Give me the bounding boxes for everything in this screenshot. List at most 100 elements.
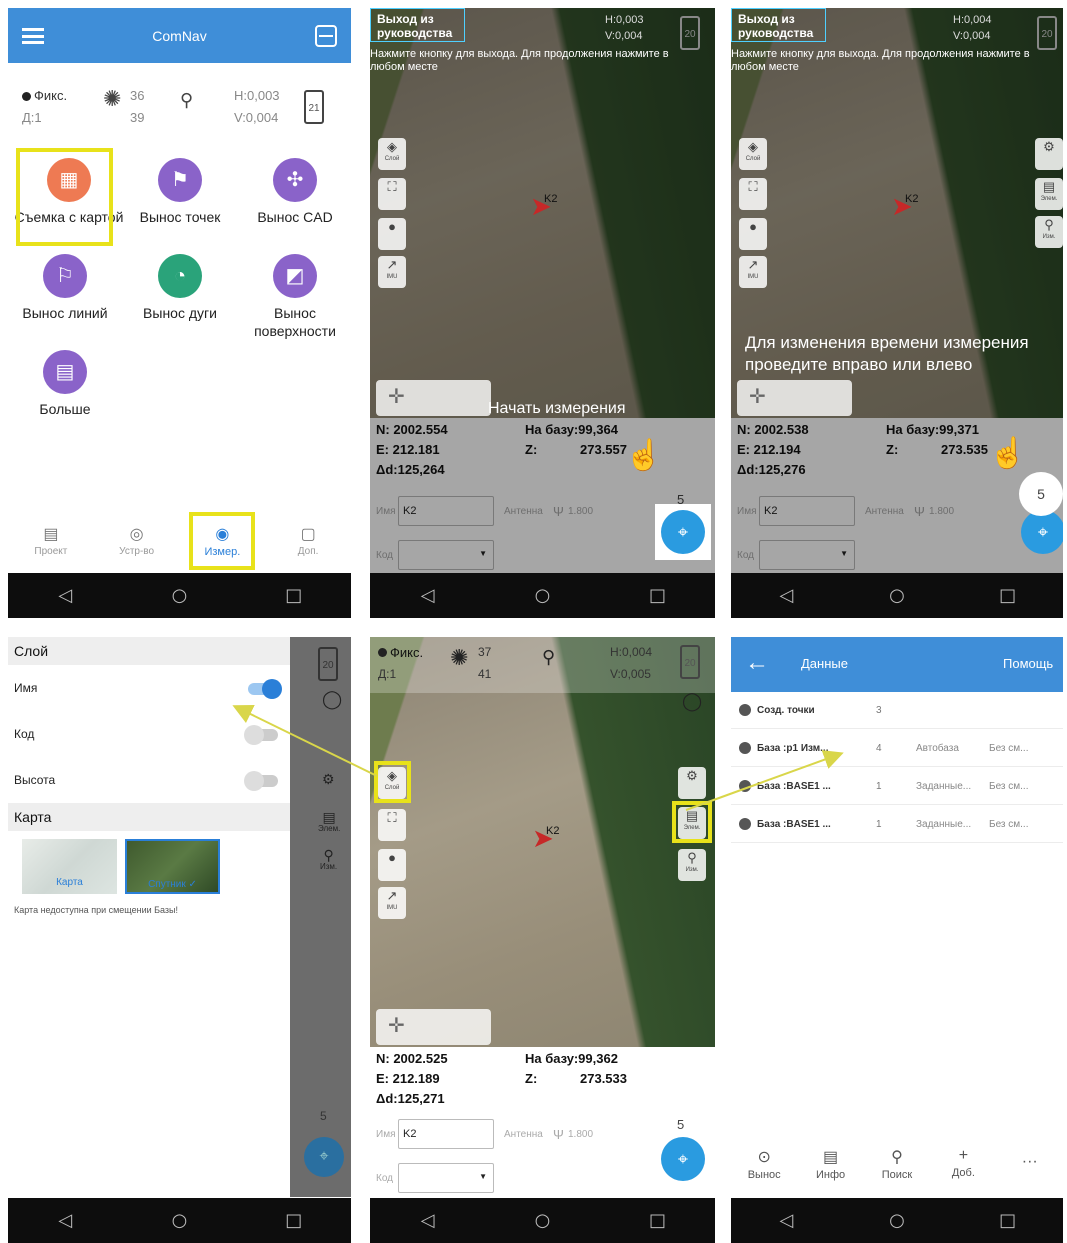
home-nav-icon[interactable]: ○ [159,585,199,606]
tile-cad-stakeout[interactable]: ✣ Вынос CAD [240,158,350,226]
imu-button[interactable]: ↗ IMU [739,256,767,288]
elements-button[interactable]: ▤ Элем. [318,810,340,833]
back-nav-icon[interactable]: ◁ [766,1210,806,1231]
menu-icon[interactable] [22,27,44,44]
dimmed-map-strip[interactable]: 20 ◯ ⚙ ▤ Элем. ⚲ Изм. 5 ⌖ [290,637,351,1197]
chevron-right-icon [739,704,751,716]
gear-icon: ⚙ [686,768,698,783]
list-item[interactable]: База :p1 Изм... 4 Автобаза Без см... [731,731,1063,767]
measure-button[interactable]: ⌖ [661,1137,705,1181]
list-item[interactable]: База :BASE1 ... 1 Заданные... Без см... [731,769,1063,805]
back-nav-icon[interactable]: ◁ [45,1210,85,1231]
list-item[interactable]: Созд. точки 3 [731,693,1063,729]
tile-label: Вынос дуги [143,305,217,321]
stakeout-icon: ⊙ [757,1149,771,1166]
layer-button[interactable]: ◈ Слой [378,138,406,170]
recents-nav-icon[interactable]: □ [638,1210,678,1231]
tab-more[interactable]: ··· [1000,1147,1060,1197]
tile-arc-stakeout[interactable]: ◔ Вынос дуги [125,254,235,322]
help-button[interactable]: Помощь [1003,656,1053,671]
crosshair-icon: ✛ [749,386,766,408]
recents-nav-icon[interactable]: □ [274,585,314,606]
crosshair-button[interactable]: ✛ [737,380,852,416]
fullscreen-button[interactable]: ⛶ [378,178,406,210]
back-nav-icon[interactable]: ◁ [45,585,85,606]
tab-add[interactable]: + Доб. [933,1147,993,1197]
system-nav-bar: ◁ ○ □ [8,1198,351,1243]
locate-button[interactable]: ● [378,218,406,250]
crosshair-button[interactable]: ✛ [376,1009,491,1045]
settings-button[interactable]: ⚙ [1035,138,1063,170]
measure-count-badge[interactable]: 5 [1019,472,1063,516]
back-nav-icon[interactable]: ◁ [408,585,448,606]
elements-button[interactable]: ▤ Элем. [1035,178,1063,210]
scan-icon[interactable] [315,24,337,47]
locate-button[interactable]: ● [739,218,767,250]
recents-nav-icon[interactable]: □ [274,1210,314,1231]
crosshair-button[interactable]: ✛ [376,380,491,416]
crosshair-icon: ✛ [388,386,405,408]
point-stakeout-icon: ⚑ [158,158,202,202]
code-toggle[interactable] [244,725,278,745]
tile-label: Больше [39,401,91,417]
tile-line-stakeout[interactable]: ⚐ Вынос линий [10,254,120,322]
back-nav-icon[interactable]: ◁ [408,1210,448,1231]
home-nav-icon[interactable]: ○ [877,1210,917,1231]
measure-button[interactable]: ⌖ [1021,510,1063,554]
list-item[interactable]: База :BASE1 ... 1 Заданные... Без см... [731,807,1063,843]
measure-button[interactable]: ⌖ [661,510,705,554]
home-nav-icon[interactable]: ○ [877,585,917,606]
recents-nav-icon[interactable]: □ [638,585,678,606]
antenna-height[interactable]: 1.800 [568,1129,593,1140]
name-toggle[interactable] [248,679,282,699]
basemap-option-map[interactable]: Карта [22,839,117,894]
guide-exit-button[interactable]: Выход из руководства [370,8,465,42]
gnss-status[interactable]: Фикс. Д:1 ✺ 36 39 ⚲ H:0,003 V:0,004 21 [8,74,351,134]
measurements-button[interactable]: ⚲ Изм. [678,849,706,881]
locate-button[interactable]: ● [378,849,406,881]
tab-project[interactable]: ▤ Проект [21,524,81,557]
fullscreen-button[interactable]: ⛶ [378,809,406,841]
pin-icon: ● [388,219,396,234]
home-nav-icon[interactable]: ○ [523,1210,563,1231]
tab-device[interactable]: ◎ Устр-во [107,524,167,557]
measurements-button[interactable]: ⚲ Изм. [1035,216,1063,248]
fix-status: Фикс. [390,645,424,660]
bottom-toolbar: ⊙ Вынос ▤ Инфо ⚲ Поиск + Доб. ··· [731,1147,1063,1197]
info-icon: ▤ [823,1149,839,1166]
bottom-tabs: ▤ Проект ◎ Устр-во ◉ Измер. ▢ Доп. [8,508,351,573]
gnss-status[interactable]: Фикс. Д:1 ✺ 37 41 ⚲ H:0,004 V:0,005 20 [370,637,715,693]
measurements-button[interactable]: ⚲ Изм. [320,848,337,871]
name-field[interactable]: K2 [398,1119,494,1149]
recents-nav-icon[interactable]: □ [988,585,1028,606]
sat-used: 36 [130,88,145,103]
tab-search[interactable]: ⚲ Поиск [867,1147,927,1197]
recents-nav-icon[interactable]: □ [988,1210,1028,1231]
guide-exit-button[interactable]: Выход из руководства [731,8,826,42]
tab-stakeout[interactable]: ⊙ Вынос [734,1147,794,1197]
tile-more[interactable]: ▤ Больше [10,350,120,418]
tab-extra[interactable]: ▢ Доп. [278,524,338,557]
measure-button[interactable]: ⌖ [304,1137,344,1177]
back-arrow-icon[interactable]: ← [745,649,769,677]
settings-button[interactable]: ⚙ [678,767,706,799]
imu-button[interactable]: ↗ IMU [378,256,406,288]
app-bar: ComNav [8,8,351,63]
layer-button[interactable]: ◈ Слой [739,138,767,170]
tile-point-stakeout[interactable]: ⚑ Вынос точек [125,158,235,226]
layer-row-label: Имя [14,681,38,695]
pin-icon: ⌖ [677,522,689,542]
basemap-option-satellite[interactable]: Спутник ✓ [125,839,220,894]
tab-info[interactable]: ▤ Инфо [801,1147,861,1197]
code-select[interactable]: ▼ [398,1163,494,1193]
back-nav-icon[interactable]: ◁ [766,585,806,606]
tile-surface-stakeout[interactable]: ◩ Вынос поверхности [240,254,350,340]
coord-e: E: 212.189 [376,1071,440,1086]
tab-label: Доп. [297,546,319,557]
fullscreen-button[interactable]: ⛶ [739,178,767,210]
home-nav-icon[interactable]: ○ [159,1210,199,1231]
imu-button[interactable]: ↗ IMU [378,887,406,919]
home-nav-icon[interactable]: ○ [523,585,563,606]
position-marker-icon: ➤ K2 [532,823,560,853]
height-toggle[interactable] [244,771,278,791]
